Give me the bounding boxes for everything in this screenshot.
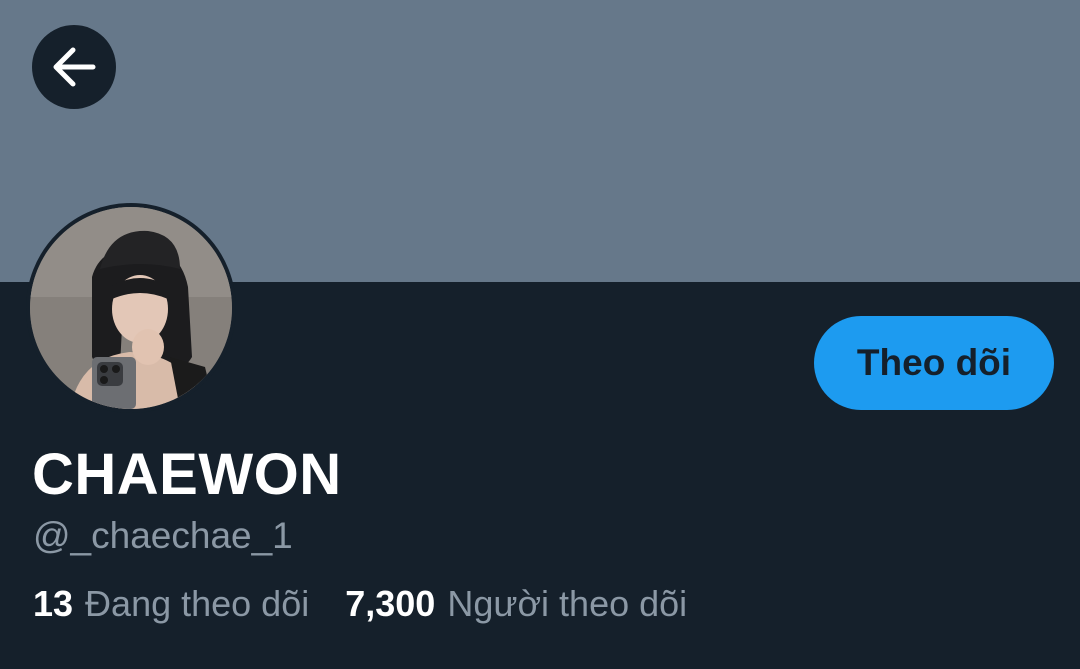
handle: @_chaechae_1 xyxy=(33,515,293,556)
arrow-left-icon xyxy=(51,47,97,87)
following-link[interactable]: 13 Đang theo dõi xyxy=(33,580,309,628)
follow-button[interactable]: Theo dõi xyxy=(814,316,1054,410)
display-name: CHAEWON xyxy=(32,442,342,507)
followers-count: 7,300 xyxy=(345,583,436,624)
followers-label: Người theo dõi xyxy=(447,583,688,624)
profile-stats: 13 Đang theo dõi 7,300 Người theo dõi xyxy=(33,580,723,628)
avatar[interactable] xyxy=(26,203,236,413)
following-label: Đang theo dõi xyxy=(85,583,310,624)
following-count: 13 xyxy=(33,583,74,624)
followers-link[interactable]: 7,300 Người theo dõi xyxy=(345,580,687,628)
back-button[interactable] xyxy=(32,25,116,109)
